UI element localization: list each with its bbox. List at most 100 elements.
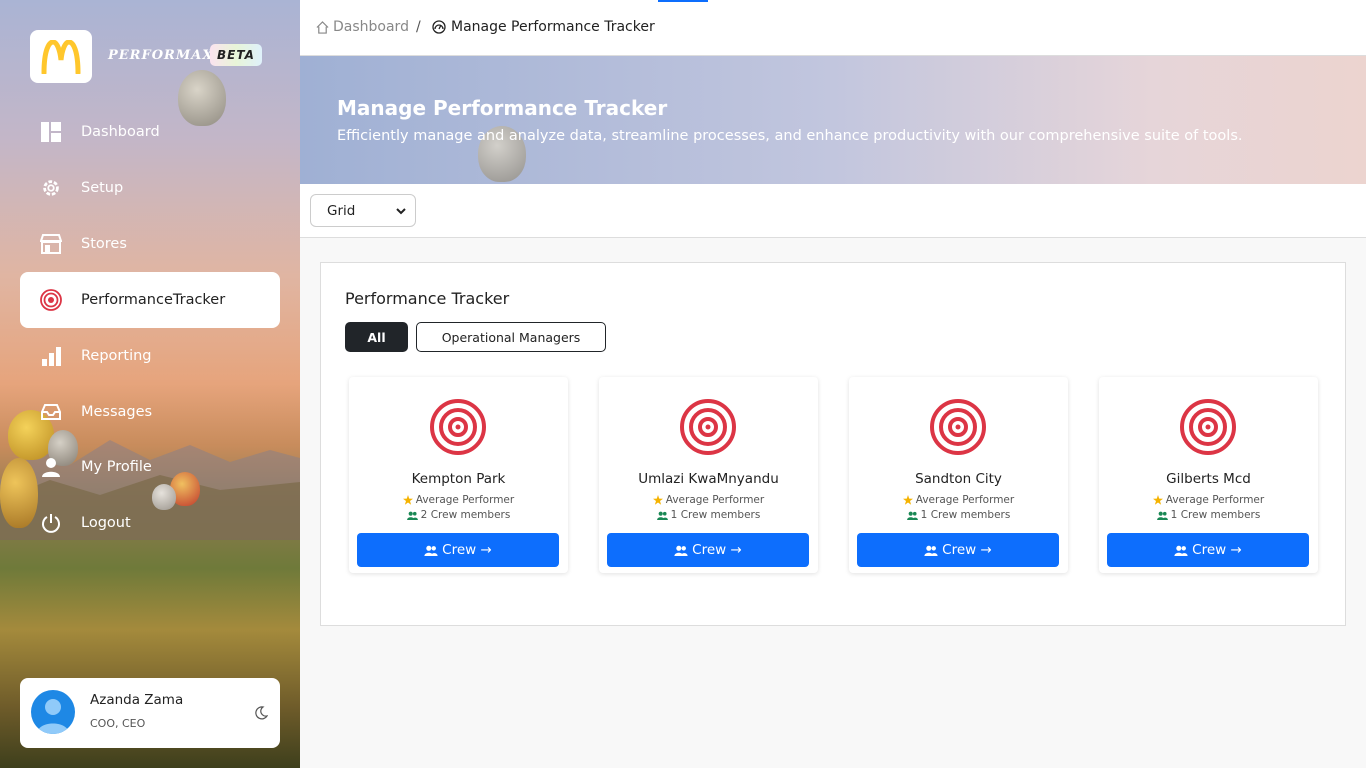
filter-all-button[interactable]: All [345, 322, 408, 352]
sidebar-item-setup[interactable]: Setup [20, 160, 280, 216]
store-card: Sandton City Average Performer 1 Crew me… [849, 377, 1068, 573]
users-icon [906, 511, 918, 520]
chevron-down-icon [396, 208, 406, 215]
filter-operational-managers-button[interactable]: Operational Managers [416, 322, 606, 352]
sidebar-item-dashboard[interactable]: Dashboard [20, 104, 280, 160]
users-icon [656, 511, 668, 520]
page-title: Manage Performance Tracker [337, 96, 668, 120]
sidebar-item-label: Reporting [81, 348, 152, 364]
performance-rating: Average Performer [1099, 494, 1318, 506]
crew-count: 2 Crew members [349, 509, 568, 521]
store-name: Umlazi KwaMnyandu [638, 471, 779, 487]
performance-rating: Average Performer [849, 494, 1068, 506]
store-card: Kempton Park Average Performer 2 Crew me… [349, 377, 568, 573]
performance-rating: Average Performer [599, 494, 818, 506]
users-icon [406, 511, 418, 520]
sidebar-item-messages[interactable]: Messages [20, 384, 280, 440]
performance-rating-label: Average Performer [915, 494, 1015, 506]
sidebar: PERFORMAX BETA Dashboard Setup Stores Pe… [0, 0, 300, 768]
top-accent-line [658, 0, 708, 2]
breadcrumb-home[interactable]: Dashboard [316, 19, 409, 35]
star-icon [902, 495, 913, 505]
crew-button[interactable]: Crew → [607, 533, 809, 567]
power-icon [40, 512, 62, 534]
users-icon [674, 545, 688, 556]
brand-name: PERFORMAX [108, 48, 214, 63]
bar-chart-icon [40, 345, 62, 367]
page-subtitle: Efficiently manage and analyze data, str… [337, 128, 1243, 144]
inbox-icon [40, 401, 62, 423]
users-icon [1156, 511, 1168, 520]
top-bar: Dashboard / Manage Performance Tracker [300, 0, 1366, 56]
store-name: Kempton Park [411, 471, 506, 487]
target-icon [1180, 399, 1236, 455]
crew-button-label: Crew → [692, 542, 742, 558]
user-name: Azanda Zama [90, 692, 184, 708]
crew-button-label: Crew → [942, 542, 992, 558]
beta-badge: BETA [210, 44, 262, 66]
crew-count-label: 1 Crew members [920, 509, 1011, 521]
crew-button[interactable]: Crew → [357, 533, 559, 567]
store-name: Gilberts Mcd [1166, 471, 1251, 487]
sidebar-item-label: My Profile [81, 459, 152, 475]
sidebar-item-label: Logout [81, 515, 131, 531]
store-name: Sandton City [915, 471, 1002, 487]
breadcrumb-current-label: Manage Performance Tracker [451, 19, 655, 35]
sidebar-item-performancetracker[interactable]: PerformanceTracker [20, 272, 280, 328]
sidebar-item-label: PerformanceTracker [81, 292, 226, 308]
logo[interactable] [30, 30, 92, 83]
panel-title: Performance Tracker [345, 289, 510, 308]
sidebar-item-reporting[interactable]: Reporting [20, 328, 280, 384]
users-icon [1174, 545, 1188, 556]
crew-button-label: Crew → [1192, 542, 1242, 558]
target-icon [40, 289, 62, 311]
target-icon [680, 399, 736, 455]
breadcrumb-current: Manage Performance Tracker [432, 19, 655, 35]
user-role: COO, CEO [90, 717, 146, 730]
sidebar-item-stores[interactable]: Stores [20, 216, 280, 272]
users-icon [924, 545, 938, 556]
home-icon [316, 20, 329, 34]
crew-count: 1 Crew members [849, 509, 1068, 521]
view-mode-select[interactable]: Grid [310, 194, 416, 227]
crew-button[interactable]: Crew → [1107, 533, 1309, 567]
star-icon [652, 495, 663, 505]
dashboard-grid-icon [40, 121, 62, 143]
sidebar-item-label: Stores [81, 236, 127, 252]
view-mode-value: Grid [327, 202, 356, 219]
golden-arches-icon [41, 39, 81, 74]
store-icon [40, 233, 62, 255]
star-icon [1152, 495, 1163, 505]
crew-button[interactable]: Crew → [857, 533, 1059, 567]
performance-rating: Average Performer [349, 494, 568, 506]
crew-count: 1 Crew members [1099, 509, 1318, 521]
sidebar-item-my-profile[interactable]: My Profile [20, 439, 280, 495]
crew-count-label: 1 Crew members [1170, 509, 1261, 521]
users-icon [424, 545, 438, 556]
store-card: Gilberts Mcd Average Performer 1 Crew me… [1099, 377, 1318, 573]
page-banner: Manage Performance Tracker Efficiently m… [300, 56, 1366, 184]
sidebar-item-label: Dashboard [81, 124, 160, 140]
sidebar-item-label: Messages [81, 404, 153, 420]
gauge-icon [432, 20, 446, 34]
performance-rating-label: Average Performer [415, 494, 515, 506]
user-card[interactable]: Azanda Zama COO, CEO [20, 678, 280, 748]
sidebar-item-label: Setup [81, 180, 124, 196]
crew-count-label: 1 Crew members [670, 509, 761, 521]
sidebar-item-logout[interactable]: Logout [20, 495, 280, 551]
avatar [31, 690, 75, 734]
star-icon [402, 495, 413, 505]
target-icon [430, 399, 486, 455]
moon-icon[interactable] [254, 705, 269, 724]
crew-button-label: Crew → [442, 542, 492, 558]
performance-rating-label: Average Performer [1165, 494, 1265, 506]
gear-icon [40, 177, 62, 199]
breadcrumb-separator: / [416, 19, 421, 35]
toolbar: Grid [300, 184, 1366, 238]
store-card: Umlazi KwaMnyandu Average Performer 1 Cr… [599, 377, 818, 573]
target-icon [930, 399, 986, 455]
performance-rating-label: Average Performer [665, 494, 765, 506]
crew-count-label: 2 Crew members [420, 509, 511, 521]
breadcrumb-home-label: Dashboard [333, 19, 409, 35]
performance-tracker-panel: Performance Tracker All Operational Mana… [320, 262, 1346, 626]
